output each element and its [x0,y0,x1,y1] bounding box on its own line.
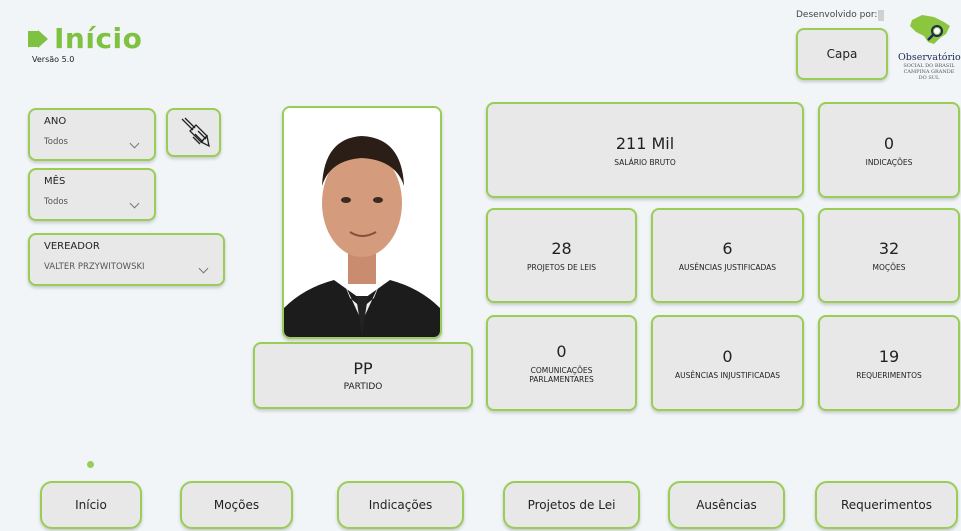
clear-filters-button[interactable] [166,108,221,157]
ano-filter[interactable]: ANO Todos [28,108,156,161]
requerimentos-value: 19 [878,346,900,366]
vereador-filter-label: VEREADOR [44,241,100,252]
comunicacoes-value: 0 [556,342,567,361]
brand-name: Observatório [898,52,961,63]
vereador-filter-value: VALTER PRZYWITOWSKI [44,262,145,272]
requerimentos-label: REQUERIMENTOS [856,370,922,380]
projetos-value: 28 [551,239,572,258]
mocoes-card: 32 MOÇÕES [818,208,960,303]
requerimentos-card: 19 REQUERIMENTOS [818,315,960,411]
ausencias-justificadas-card: 6 AUSÊNCIAS JUSTIFICADAS [651,208,804,303]
ausencias-justificadas-label: AUSÊNCIAS JUSTIFICADAS [678,263,777,272]
partido-label: PARTIDO [343,382,383,392]
salario-card: 211 Mil SALÁRIO BRUTO [486,102,804,198]
partido-card: PP PARTIDO [253,342,473,409]
ano-filter-label: ANO [44,116,67,127]
ausencias-justificadas-value: 6 [722,239,733,258]
indicacoes-card: 0 INDICAÇÕES [818,102,960,198]
vereador-filter[interactable]: VEREADOR VALTER PRZYWITOWSKI [28,233,225,286]
ausencias-injustificadas-value: 0 [722,346,733,366]
observatorio-logo: Observatório SOCIAL DO BRASIL CAMPINA GR… [898,12,961,92]
ausencias-injustificadas-card: 0 AUSÊNCIAS INJUSTIFICADAS [651,315,804,411]
developed-by-label: Desenvolvido por: [796,10,878,20]
salario-label: SALÁRIO BRUTO [614,157,676,167]
brand-line3: DO SUL [918,75,940,81]
ausencias-injustificadas-label: AUSÊNCIAS INJUSTIFICADAS [675,370,780,380]
nav-inicio[interactable]: Início [40,481,142,529]
councillor-photo [282,106,442,339]
nav-ausencias[interactable]: Ausências [668,481,785,529]
brazil-map-icon [910,15,950,44]
indicacoes-value: 0 [883,133,895,153]
version-label: Versão 5.0 [32,55,75,64]
page-title: Início [28,22,142,55]
nav-requerimentos[interactable]: Requerimentos [815,481,958,529]
projetos-card: 28 PROJETOS DE LEIS [486,208,637,303]
indicacoes-label: INDICAÇÕES [865,157,913,167]
comunicacoes-label-line1: COMUNICAÇÕES [530,366,593,375]
active-page-indicator [87,461,94,468]
title-arrow-icon [28,28,50,50]
comunicacoes-label-line2: PARLAMENTARES [529,375,594,384]
broom-icon [181,117,210,147]
salario-value: 211 Mil [615,133,675,153]
projetos-label: PROJETOS DE LEIS [526,263,596,272]
partido-value: PP [353,359,373,378]
mes-filter-label: MÊS [44,176,66,187]
developer-logo-placeholder [878,10,884,21]
mocoes-value: 32 [878,239,900,258]
mocoes-label: MOÇÕES [872,263,906,272]
page: Início Versão 5.0 Desenvolvido por: Capa… [0,0,961,531]
mes-filter[interactable]: MÊS Todos [28,168,156,221]
councillor-portrait [284,108,440,337]
nav-projetos-de-lei[interactable]: Projetos de Lei [503,481,640,529]
page-title-text: Início [54,22,143,55]
nav-indicacoes[interactable]: Indicações [337,481,464,529]
nav-mocoes[interactable]: Moções [180,481,293,529]
capa-button[interactable]: Capa [796,28,888,80]
comunicacoes-card: 0 COMUNICAÇÕES PARLAMENTARES [486,315,637,411]
